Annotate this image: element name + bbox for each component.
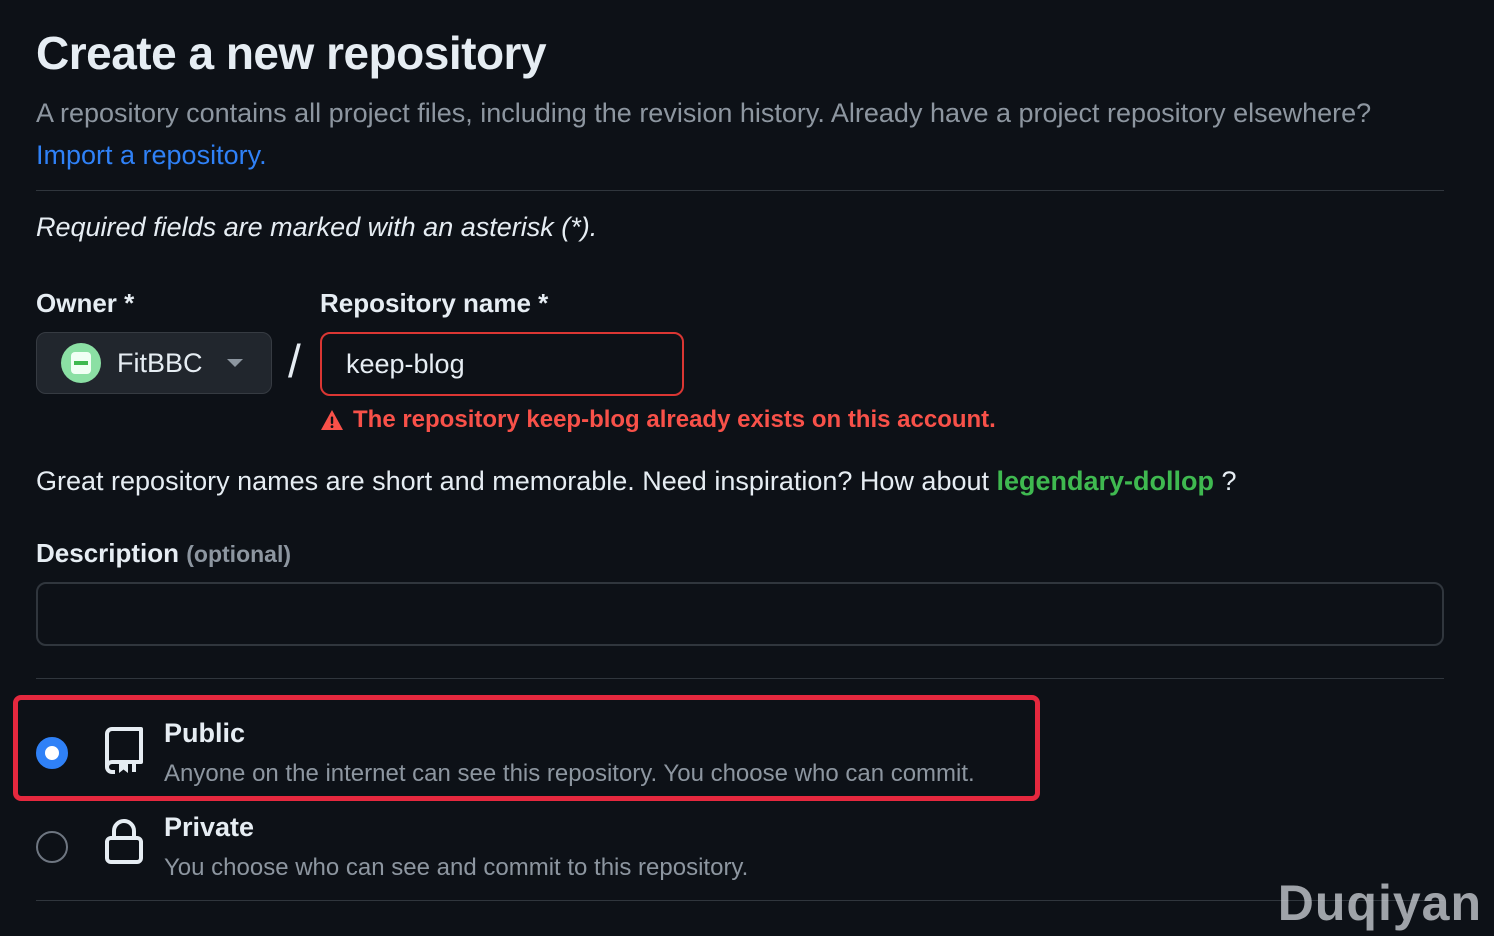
divider (36, 900, 1444, 901)
owner-name: FitBBC (117, 347, 203, 378)
private-radio[interactable] (36, 831, 68, 863)
owner-label: Owner * (36, 288, 135, 318)
intro-text: A repository contains all project files,… (36, 98, 1372, 128)
watermark: Duqiyan (1277, 875, 1482, 931)
suggestion-suffix: ? (1214, 466, 1237, 496)
lock-icon (105, 819, 143, 864)
public-description: Anyone on the internet can see this repo… (164, 760, 975, 787)
owner-avatar (61, 343, 101, 383)
divider (36, 190, 1444, 191)
public-title: Public (164, 718, 246, 748)
import-repository-link[interactable]: Import a repository. (36, 140, 267, 170)
description-input[interactable] (36, 582, 1444, 646)
description-label-row: Description (optional) (36, 538, 291, 569)
suggestion-prefix: Great repository names are short and mem… (36, 466, 997, 496)
chevron-down-icon (226, 359, 243, 367)
repo-icon (105, 727, 143, 774)
error-text: The repository keep-blog already exists … (353, 406, 996, 433)
private-title: Private (164, 812, 255, 842)
create-repository-page: Create a new repository A repository con… (0, 0, 1494, 936)
private-description: You choose who can see and commit to thi… (164, 854, 749, 881)
divider (36, 678, 1444, 679)
name-suggestion: Great repository names are short and mem… (36, 466, 1237, 497)
page-title: Create a new repository (36, 27, 547, 79)
optional-tag: (optional) (186, 541, 292, 567)
required-fields-note: Required fields are marked with an aster… (36, 212, 598, 242)
intro-text-block: A repository contains all project files,… (36, 92, 1436, 176)
public-radio[interactable] (36, 737, 68, 769)
suggested-name-link[interactable]: legendary-dollop (997, 466, 1215, 496)
repository-name-label: Repository name * (320, 288, 549, 318)
repository-name-error: The repository keep-blog already exists … (320, 406, 996, 434)
description-label: Description (36, 538, 180, 568)
alert-icon (321, 410, 343, 430)
owner-repo-separator: / (288, 335, 301, 387)
owner-select[interactable]: FitBBC (36, 332, 272, 394)
repository-name-input[interactable] (320, 332, 684, 396)
